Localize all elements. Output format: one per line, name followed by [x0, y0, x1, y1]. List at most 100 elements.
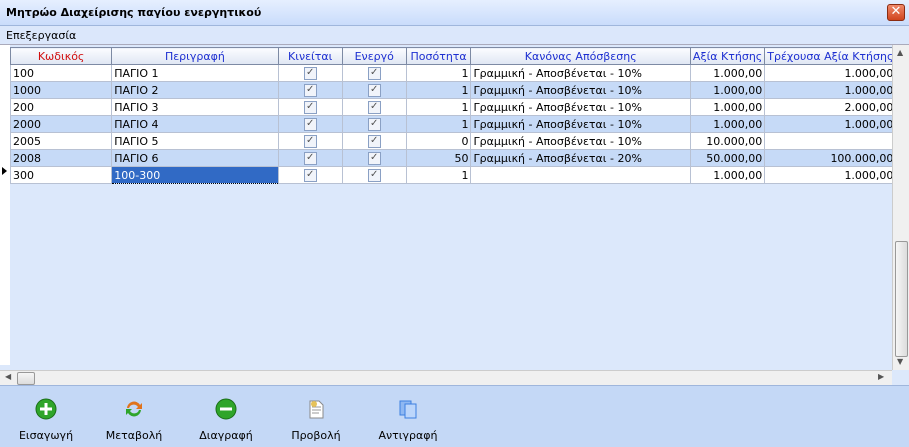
cell-quantity[interactable]: 0 — [405, 132, 472, 150]
checkbox[interactable]: ✓ — [303, 134, 317, 148]
cell-code[interactable]: 300 — [9, 166, 113, 184]
cell-acquisition-value[interactable]: 1.000,00 — [689, 115, 766, 133]
column-header-active[interactable]: Ενεργό — [341, 47, 407, 65]
cell-active[interactable]: ✓ — [341, 115, 407, 133]
scroll-down-icon[interactable]: ▼ — [897, 357, 903, 366]
scroll-left-icon[interactable]: ◀ — [5, 372, 11, 381]
cell-moves[interactable]: ✓ — [277, 132, 343, 150]
cell-current-value[interactable]: 2.000,00 — [764, 98, 897, 116]
cell-description[interactable]: ΠΑΓΙΟ 5 — [111, 132, 279, 150]
cell-description[interactable]: ΠΑΓΙΟ 3 — [111, 98, 279, 116]
insert-button[interactable]: Εισαγωγή — [18, 394, 74, 442]
cell-acquisition-value[interactable]: 1.000,00 — [689, 166, 766, 184]
cell-depreciation-rule[interactable]: Γραμμική - Αποσβένεται - 20% — [470, 149, 691, 167]
horizontal-scroll-thumb[interactable] — [17, 372, 35, 385]
cell-current-value[interactable]: 1.000,00 — [764, 166, 897, 184]
cell-quantity[interactable]: 1 — [405, 64, 472, 82]
checkbox[interactable]: ✓ — [303, 151, 317, 165]
cell-current-value[interactable] — [764, 132, 897, 150]
cell-depreciation-rule[interactable]: Γραμμική - Αποσβένεται - 10% — [470, 64, 691, 82]
cell-moves[interactable]: ✓ — [277, 98, 343, 116]
horizontal-scrollbar[interactable]: ◀ ▶ — [0, 370, 892, 385]
cell-depreciation-rule[interactable]: Γραμμική - Αποσβένεται - 10% — [470, 132, 691, 150]
checkbox[interactable]: ✓ — [367, 168, 381, 182]
close-button[interactable]: ✕ — [887, 4, 905, 21]
checkbox[interactable]: ✓ — [303, 100, 317, 114]
checkbox[interactable]: ✓ — [303, 83, 317, 97]
cell-active[interactable]: ✓ — [341, 98, 407, 116]
column-header-quantity[interactable]: Ποσότητα — [405, 47, 472, 65]
cell-code[interactable]: 1000 — [9, 81, 113, 99]
checkbox[interactable]: ✓ — [303, 168, 317, 182]
cell-code[interactable]: 200 — [9, 98, 113, 116]
vertical-scrollbar[interactable]: ▲ ▼ — [892, 45, 909, 370]
cell-current-value[interactable]: 1.000,00 — [764, 64, 897, 82]
table-row[interactable]: 2008 ΠΑΓΙΟ 6 ✓ ✓ 50 Γραμμική - Αποσβένεται - … — [9, 149, 909, 167]
cell-active[interactable]: ✓ — [341, 149, 407, 167]
table-row[interactable]: 100 ΠΑΓΙΟ 1 ✓ ✓ 1 Γραμμική - Αποσβένεται - 10… — [9, 64, 909, 82]
cell-quantity[interactable]: 1 — [405, 81, 472, 99]
cell-active[interactable]: ✓ — [341, 166, 407, 184]
cell-active[interactable]: ✓ — [341, 132, 407, 150]
table-row[interactable]: 300 100-300 ✓ ✓ 1 1.000,00 1.000,00 — [9, 166, 909, 184]
cell-moves[interactable]: ✓ — [277, 64, 343, 82]
delete-button[interactable]: Διαγραφή — [196, 394, 256, 442]
checkbox[interactable]: ✓ — [367, 100, 381, 114]
cell-active[interactable]: ✓ — [341, 81, 407, 99]
copy-button[interactable]: Αντιγραφή — [376, 394, 440, 442]
cell-description[interactable]: ΠΑΓΙΟ 6 — [111, 149, 279, 167]
cell-acquisition-value[interactable]: 1.000,00 — [689, 64, 766, 82]
cell-acquisition-value[interactable]: 1.000,00 — [689, 98, 766, 116]
table-row[interactable]: 1000 ΠΑΓΙΟ 2 ✓ ✓ 1 Γραμμική - Αποσβένεται - 1… — [9, 81, 909, 99]
cell-code[interactable]: 2008 — [9, 149, 113, 167]
cell-active[interactable]: ✓ — [341, 64, 407, 82]
cell-acquisition-value[interactable]: 10.000,00 — [689, 132, 766, 150]
checkbox[interactable]: ✓ — [367, 134, 381, 148]
cell-current-value[interactable]: 1.000,00 — [764, 115, 897, 133]
cell-description[interactable]: 100-300 — [111, 166, 279, 184]
checkbox[interactable]: ✓ — [367, 151, 381, 165]
cell-depreciation-rule[interactable]: Γραμμική - Αποσβένεται - 10% — [470, 115, 691, 133]
column-header-depreciation-rule[interactable]: Κανόνας Απόσβεσης — [470, 47, 691, 65]
cell-quantity[interactable]: 1 — [405, 115, 472, 133]
cell-acquisition-value[interactable]: 1.000,00 — [689, 81, 766, 99]
checkbox[interactable]: ✓ — [303, 117, 317, 131]
cell-code[interactable]: 100 — [9, 64, 113, 82]
column-header-acquisition-value[interactable]: Αξία Κτήσης — [689, 47, 766, 65]
modify-button[interactable]: Μεταβολή — [104, 394, 164, 442]
vertical-scroll-thumb[interactable] — [895, 241, 908, 357]
checkbox[interactable]: ✓ — [367, 83, 381, 97]
cell-moves[interactable]: ✓ — [277, 115, 343, 133]
cell-quantity[interactable]: 1 — [405, 98, 472, 116]
column-header-code[interactable]: Κωδικός — [9, 47, 113, 65]
checkbox[interactable]: ✓ — [367, 66, 381, 80]
table-row[interactable]: 2005 ΠΑΓΙΟ 5 ✓ ✓ 0 Γραμμική - Αποσβένεται - 1… — [9, 132, 909, 150]
cell-moves[interactable]: ✓ — [277, 166, 343, 184]
checkbox[interactable]: ✓ — [303, 66, 317, 80]
view-button[interactable]: Προβολή — [288, 394, 344, 442]
cell-code[interactable]: 2005 — [9, 132, 113, 150]
scroll-up-icon[interactable]: ▲ — [897, 48, 903, 57]
cell-quantity[interactable]: 1 — [405, 166, 472, 184]
checkbox[interactable]: ✓ — [367, 117, 381, 131]
cell-description[interactable]: ΠΑΓΙΟ 2 — [111, 81, 279, 99]
cell-current-value[interactable]: 100.000,00 — [764, 149, 897, 167]
cell-description[interactable]: ΠΑΓΙΟ 4 — [111, 115, 279, 133]
table-row[interactable]: 2000 ΠΑΓΙΟ 4 ✓ ✓ 1 Γραμμική - Αποσβένεται - 1… — [9, 115, 909, 133]
cell-moves[interactable]: ✓ — [277, 149, 343, 167]
column-header-moves[interactable]: Κινείται — [277, 47, 343, 65]
scroll-right-icon[interactable]: ▶ — [878, 372, 884, 381]
column-header-current-value[interactable]: Τρέχουσα Αξία Κτήσης — [764, 47, 897, 65]
cell-description[interactable]: ΠΑΓΙΟ 1 — [111, 64, 279, 82]
cell-depreciation-rule[interactable]: Γραμμική - Αποσβένεται - 10% — [470, 81, 691, 99]
cell-depreciation-rule[interactable] — [470, 166, 691, 184]
cell-quantity[interactable]: 50 — [405, 149, 472, 167]
cell-code[interactable]: 2000 — [9, 115, 113, 133]
menu-edit[interactable]: Επεξεργασία — [6, 29, 76, 42]
column-header-description[interactable]: Περιγραφή — [111, 47, 279, 65]
cell-moves[interactable]: ✓ — [277, 81, 343, 99]
cell-current-value[interactable]: 1.000,00 — [764, 81, 897, 99]
cell-depreciation-rule[interactable]: Γραμμική - Αποσβένεται - 10% — [470, 98, 691, 116]
cell-acquisition-value[interactable]: 50.000,00 — [689, 149, 766, 167]
table-row[interactable]: 200 ΠΑΓΙΟ 3 ✓ ✓ 1 Γραμμική - Αποσβένεται - 10… — [9, 98, 909, 116]
